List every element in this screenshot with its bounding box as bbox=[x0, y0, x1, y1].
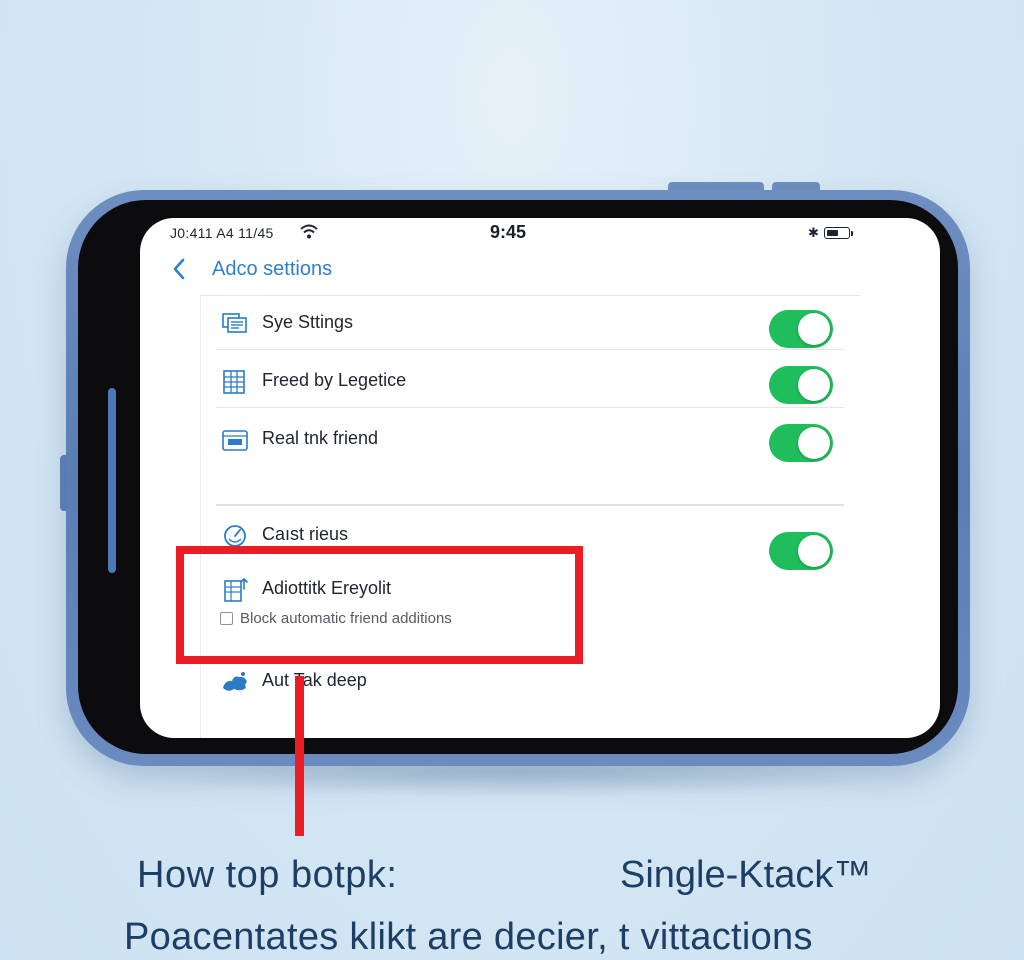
status-carrier-text: J0:411 A4 11/45 bbox=[170, 225, 274, 241]
group-divider bbox=[216, 504, 844, 506]
wifi-icon bbox=[300, 224, 318, 239]
list-guide-line bbox=[200, 296, 201, 738]
toggle-knob bbox=[798, 313, 830, 345]
caption-subtitle: Poacentates klikt are decier, t vittacti… bbox=[124, 916, 813, 958]
grid-document-icon bbox=[223, 370, 245, 394]
page-title[interactable]: Adco settions bbox=[212, 258, 332, 281]
row-divider bbox=[216, 407, 844, 408]
status-indicators: ✱ bbox=[808, 224, 858, 242]
nav-divider bbox=[200, 295, 860, 296]
toggle-knob bbox=[798, 535, 830, 567]
settings-row-label: Real tnk friend bbox=[262, 428, 379, 448]
settings-row-label: Sye Sttings bbox=[262, 312, 354, 332]
settings-row-label: Aut Tak deep bbox=[262, 670, 367, 690]
id-card-icon bbox=[222, 430, 248, 451]
navigation-bar: Adco settions bbox=[140, 250, 940, 296]
settings-row-real-tnk-friend[interactable]: Real tnk friend bbox=[216, 414, 844, 466]
battery-level bbox=[827, 230, 838, 236]
row-divider bbox=[216, 349, 844, 350]
toggle-sye-sttings[interactable] bbox=[769, 310, 833, 348]
battery-icon bbox=[824, 227, 850, 239]
toggle-caist-rieus[interactable] bbox=[769, 532, 833, 570]
caption-brand: Single-Ktack™ bbox=[620, 854, 872, 896]
settings-row-label: Caıst rieus bbox=[262, 524, 349, 544]
annotation-highlight-box bbox=[176, 546, 583, 664]
chevron-left-icon bbox=[173, 258, 185, 280]
settings-row-label: Freed by Legetice bbox=[262, 370, 407, 390]
toggle-freed-by-legetice[interactable] bbox=[769, 366, 833, 404]
status-bar: J0:411 A4 11/45 9:45 ✱ bbox=[140, 218, 940, 248]
caption-heading: How top botpk: bbox=[137, 854, 398, 896]
toggle-knob bbox=[798, 427, 830, 459]
back-button[interactable] bbox=[170, 256, 206, 286]
toggle-knob bbox=[798, 369, 830, 401]
status-time: 9:45 bbox=[490, 222, 527, 242]
phone-side-stripe bbox=[108, 388, 116, 573]
stacked-screens-icon bbox=[222, 313, 247, 333]
toggle-real-tnk-friend[interactable] bbox=[769, 424, 833, 462]
settings-row-sye-sttings[interactable]: Sye Sttings bbox=[216, 298, 844, 350]
brush-stroke-icon bbox=[223, 672, 247, 691]
settings-row-freed-by-legetice[interactable]: Freed by Legetice bbox=[216, 356, 844, 408]
bluetooth-icon: ✱ bbox=[808, 225, 819, 240]
battery-cap bbox=[851, 231, 853, 236]
annotation-pointer-line bbox=[295, 676, 304, 836]
